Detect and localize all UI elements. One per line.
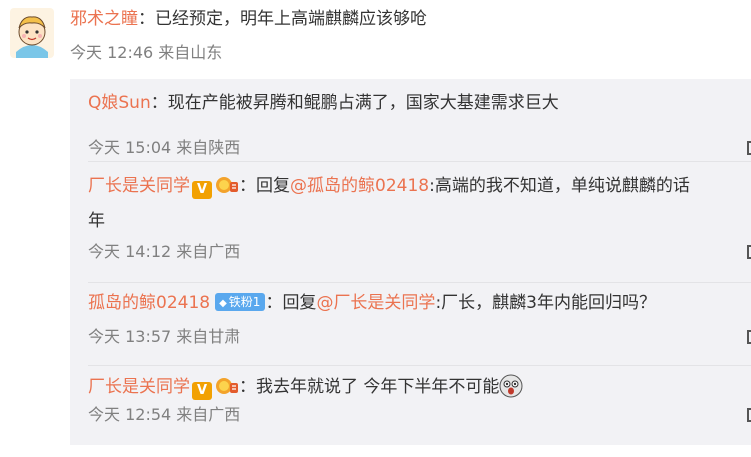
action-icon[interactable] bbox=[747, 245, 751, 259]
separator: ： bbox=[239, 176, 256, 196]
cartoon-boy-avatar-icon bbox=[10, 8, 54, 58]
diamond-icon: ◆ bbox=[219, 298, 227, 309]
divider bbox=[88, 365, 751, 366]
reply-meta: 今天 15:04 来自陕西 bbox=[88, 137, 240, 159]
action-icon[interactable] bbox=[747, 141, 751, 155]
divider bbox=[88, 282, 751, 283]
comment-meta: 今天 12:46 来自山东 bbox=[70, 42, 222, 64]
reply-source: 来自广西 bbox=[176, 242, 241, 261]
rank-medal-icon bbox=[216, 177, 238, 193]
comment-time: 今天 12:46 bbox=[70, 43, 154, 62]
shocked-face-emoji-icon bbox=[499, 374, 523, 398]
reply-username[interactable]: 孤岛的鲸02418 bbox=[88, 293, 210, 313]
replies-panel: Q娘Sun：现在产能被昇腾和鲲鹏占满了，国家大基建需求巨大 今天 15:04 来… bbox=[70, 79, 751, 445]
reply-line: Q娘Sun：现在产能被昇腾和鲲鹏占满了，国家大基建需求巨大 bbox=[88, 91, 751, 115]
reply-source: 来自陕西 bbox=[176, 138, 241, 157]
divider bbox=[88, 161, 751, 162]
fan-badge-label: 铁粉1 bbox=[228, 295, 261, 309]
reply-username[interactable]: 厂长是关同学 bbox=[88, 176, 190, 196]
comment-thread: 邪术之瞳：已经预定，明年上高端麒麟应该够呛 今天 12:46 来自山东 Q娘Su… bbox=[0, 0, 751, 457]
reply-item: 孤岛的鲸02418 ◆ 铁粉1 ：回复@厂长是关同学:厂长，麒麟3年内能回归吗？ 今天… bbox=[88, 291, 751, 361]
reply-meta: 今天 14:12 来自广西 bbox=[88, 241, 240, 263]
action-icon[interactable] bbox=[747, 330, 751, 344]
reply-item: 厂长是关同学 V ：回复@孤岛的鲸02418:高端的我不知道，单纯说麒麟的话 年 … bbox=[88, 174, 751, 274]
separator: ： bbox=[265, 293, 283, 313]
comment-text: 已经预定，明年上高端麒麟应该够呛 bbox=[155, 9, 427, 29]
separator: ： bbox=[239, 377, 256, 397]
rank-medal-icon bbox=[216, 378, 238, 394]
reply-line: 厂长是关同学 V ：回复@孤岛的鲸02418:高端的我不知道，单纯说麒麟的话 bbox=[88, 174, 751, 199]
reply-prefix: 回复 bbox=[256, 176, 290, 196]
reply-item: Q娘Sun：现在产能被昇腾和鲲鹏占满了，国家大基建需求巨大 今天 15:04 来… bbox=[88, 91, 751, 157]
separator: ： bbox=[138, 9, 155, 29]
reply-line: 厂长是关同学 V ：我去年就说了 今年下半年不可能 bbox=[88, 374, 751, 400]
reply-time: 今天 13:57 bbox=[88, 327, 172, 346]
reply-line: 孤岛的鲸02418 ◆ 铁粉1 ：回复@厂长是关同学:厂长，麒麟3年内能回归吗？ bbox=[88, 291, 751, 315]
reply-text: 现在产能被昇腾和鲲鹏占满了，国家大基建需求巨大 bbox=[167, 93, 559, 113]
separator: ： bbox=[150, 93, 168, 113]
reply-prefix: 回复 bbox=[282, 293, 317, 313]
reply-source: 来自广西 bbox=[176, 405, 241, 424]
verified-badge-icon: V bbox=[192, 181, 212, 199]
reply-text: :高端的我不知道，单纯说麒麟的话 bbox=[429, 176, 690, 196]
reply-time: 今天 14:12 bbox=[88, 242, 172, 261]
mention-link[interactable]: @孤岛的鲸02418 bbox=[290, 176, 429, 196]
reply-username[interactable]: 厂长是关同学 bbox=[88, 377, 190, 397]
reply-username[interactable]: Q娘Sun bbox=[88, 93, 151, 113]
reply-text: 我去年就说了 今年下半年不可能 bbox=[256, 377, 500, 397]
reply-item: 厂长是关同学 V ：我去年就说了 今年下半年不可能 今天 12:54 来自广西 bbox=[88, 374, 751, 444]
reply-text-continued: 年 bbox=[88, 211, 105, 231]
reply-meta: 今天 13:57 来自甘肃 bbox=[88, 326, 240, 348]
main-comment: 邪术之瞳：已经预定，明年上高端麒麟应该够呛 bbox=[70, 7, 427, 31]
reply-text: :厂长，麒麟3年内能回归吗？ bbox=[435, 293, 656, 313]
reply-time: 今天 12:54 bbox=[88, 405, 172, 424]
comment-username[interactable]: 邪术之瞳 bbox=[70, 9, 138, 29]
reply-time: 今天 15:04 bbox=[88, 138, 172, 157]
reply-source: 来自甘肃 bbox=[176, 327, 241, 346]
action-icon[interactable] bbox=[747, 408, 751, 422]
reply-meta: 今天 12:54 来自广西 bbox=[88, 404, 240, 426]
mention-link[interactable]: @厂长是关同学 bbox=[316, 293, 435, 313]
verified-badge-icon: V bbox=[192, 382, 212, 400]
comment-source: 来自山东 bbox=[158, 43, 223, 62]
fan-badge: ◆ 铁粉1 bbox=[215, 293, 266, 311]
avatar[interactable] bbox=[10, 8, 54, 58]
